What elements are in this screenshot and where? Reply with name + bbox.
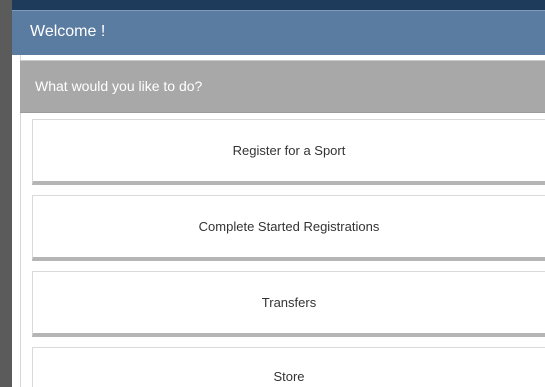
transfers-label: Transfers <box>261 295 317 310</box>
app-screen: Welcome ! What would you like to do? Reg… <box>0 0 545 387</box>
welcome-header: Welcome ! <box>12 10 545 55</box>
complete-started-registrations-button[interactable]: Complete Started Registrations <box>32 195 545 261</box>
store-label: Store <box>273 369 305 384</box>
transfers-button[interactable]: Transfers <box>32 271 545 337</box>
welcome-title: Welcome ! <box>30 23 106 40</box>
register-for-sport-button[interactable]: Register for a Sport <box>32 119 545 185</box>
store-button[interactable]: Store <box>32 347 545 387</box>
complete-started-registrations-label: Complete Started Registrations <box>198 219 380 234</box>
left-side-rail <box>0 0 12 387</box>
register-for-sport-label: Register for a Sport <box>232 143 346 158</box>
question-text: What would you like to do? <box>35 78 203 94</box>
question-header: What would you like to do? <box>20 60 545 113</box>
top-navigation-strip <box>0 0 545 10</box>
